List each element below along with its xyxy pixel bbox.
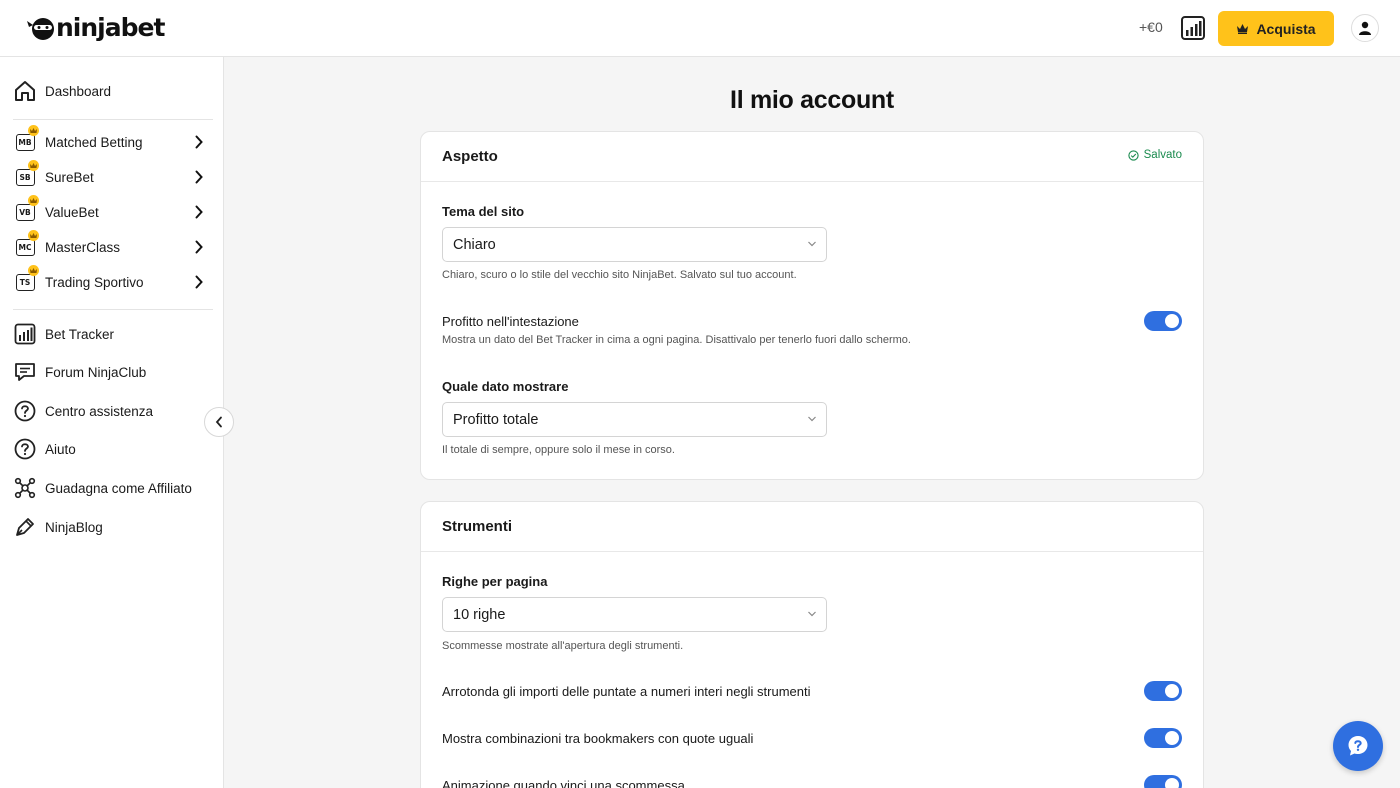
brand-name: ninjabet — [56, 13, 165, 42]
sidebar-item-label: MasterClass — [45, 239, 121, 255]
header-profit-label: Profitto nell'intestazione — [442, 314, 579, 329]
sidebar-item-forum-ninjaclub[interactable]: Forum NinjaClub — [13, 357, 213, 387]
sidebar-item-surebet[interactable]: SB SureBet — [13, 160, 213, 192]
support-chat-button[interactable] — [1333, 721, 1383, 771]
ninjabet-logo[interactable]: ninjabet — [26, 12, 165, 44]
chevron-right-icon — [195, 170, 203, 184]
rows-select[interactable]: 10 righe — [442, 597, 827, 632]
theme-help: Chiaro, scuro o lo stile del vecchio sit… — [442, 269, 797, 281]
sidebar-item-centro-assistenza[interactable]: Centro assistenza — [13, 396, 213, 426]
rows-label: Righe per pagina — [442, 574, 548, 589]
sidebar-divider — [13, 309, 213, 310]
home-icon — [13, 79, 37, 103]
tools-card-header: Strumenti — [421, 502, 1203, 552]
sidebar-item-label: NinjaBlog — [45, 519, 103, 535]
valuebet-icon: VB — [13, 195, 39, 224]
sidebar: Dashboard MB Matched Betting SB SureBet … — [0, 57, 224, 788]
chevron-right-icon — [195, 135, 203, 149]
win-animation-label: Animazione quando vinci una scommessa — [442, 778, 685, 788]
top-header: ninjabet +€0 Acquista — [0, 0, 1400, 57]
rows-select-value: 10 righe — [453, 606, 506, 623]
question-icon — [13, 437, 37, 461]
equal-odds-label: Mostra combinazioni tra bookmakers con q… — [442, 731, 754, 746]
bet-tracker-icon[interactable] — [1180, 15, 1206, 41]
sidebar-item-valuebet[interactable]: VB ValueBet — [13, 195, 213, 227]
trading-sportivo-icon: TS — [13, 265, 39, 294]
sidebar-item-aiuto[interactable]: Aiuto — [13, 434, 213, 464]
chevron-right-icon — [195, 240, 203, 254]
crown-icon — [28, 195, 39, 206]
user-icon — [1359, 21, 1371, 35]
sidebar-item-label: Trading Sportivo — [45, 274, 144, 290]
help-chat-icon — [1348, 736, 1368, 756]
chat-icon — [13, 360, 37, 384]
header-profit-help: Mostra un dato del Bet Tracker in cima a… — [442, 334, 911, 346]
pen-icon — [13, 515, 37, 539]
rows-help: Scommesse mostrate all'apertura degli st… — [442, 640, 684, 652]
header-profit: +€0 — [1139, 19, 1163, 35]
crown-icon — [1237, 24, 1249, 34]
sidebar-item-label: ValueBet — [45, 204, 99, 220]
chevron-right-icon — [195, 205, 203, 219]
sidebar-item-label: Centro assistenza — [45, 403, 154, 419]
sidebar-item-affiliato[interactable]: Guadagna come Affiliato — [13, 473, 213, 503]
crown-icon — [28, 160, 39, 171]
card-title: Aspetto — [442, 148, 498, 165]
network-icon — [13, 476, 37, 500]
sidebar-item-label: Aiuto — [45, 441, 76, 457]
chevron-down-icon — [808, 416, 816, 422]
theme-select-value: Chiaro — [453, 236, 496, 253]
sidebar-item-label: Dashboard — [45, 83, 112, 99]
sidebar-item-label: Matched Betting — [45, 134, 143, 150]
tools-card: Strumenti Righe per pagina 10 righe Scom… — [420, 501, 1204, 788]
question-icon — [13, 399, 37, 423]
sidebar-item-ninjablog[interactable]: NinjaBlog — [13, 512, 213, 542]
sidebar-item-matched-betting[interactable]: MB Matched Betting — [13, 125, 213, 157]
sidebar-item-bet-tracker[interactable]: Bet Tracker — [13, 319, 213, 349]
appearance-card: Aspetto Salvato Tema del sito Chiaro Chi… — [420, 131, 1204, 480]
sidebar-item-label: Forum NinjaClub — [45, 364, 147, 380]
surebet-icon: SB — [13, 160, 39, 189]
buy-label: Acquista — [1256, 20, 1316, 37]
stat-select-value: Profitto totale — [453, 411, 539, 428]
page-title: Il mio account — [730, 86, 894, 114]
sidebar-item-label: Guadagna come Affiliato — [45, 480, 192, 496]
saved-status: Salvato — [1127, 149, 1182, 161]
crown-icon — [28, 265, 39, 276]
matched-betting-icon: MB — [13, 125, 39, 154]
sidebar-item-masterclass[interactable]: MC MasterClass — [13, 230, 213, 262]
round-stakes-label: Arrotonda gli importi delle puntate a nu… — [442, 684, 811, 699]
bar-chart-icon — [13, 322, 37, 346]
chevron-left-icon — [215, 416, 222, 428]
stat-label: Quale dato mostrare — [442, 379, 569, 394]
sidebar-collapse-button[interactable] — [204, 407, 234, 437]
equal-odds-toggle[interactable] — [1144, 728, 1182, 748]
card-title: Strumenti — [442, 518, 513, 535]
round-stakes-toggle[interactable] — [1144, 681, 1182, 701]
chevron-right-icon — [195, 275, 203, 289]
saved-label: Salvato — [1143, 149, 1182, 161]
win-animation-toggle[interactable] — [1144, 775, 1182, 788]
header-profit-toggle[interactable] — [1144, 311, 1182, 331]
crown-icon — [28, 125, 39, 136]
masterclass-icon: MC — [13, 230, 39, 259]
buy-button[interactable]: Acquista — [1218, 11, 1334, 46]
crown-icon — [28, 230, 39, 241]
sidebar-item-dashboard[interactable]: Dashboard — [13, 76, 213, 106]
ninja-icon — [26, 13, 56, 43]
chevron-down-icon — [808, 241, 816, 247]
sidebar-item-label: SureBet — [45, 169, 94, 185]
theme-label: Tema del sito — [442, 204, 525, 219]
stat-select[interactable]: Profitto totale — [442, 402, 827, 437]
sidebar-item-label: Bet Tracker — [45, 326, 115, 342]
chevron-down-icon — [808, 611, 816, 617]
check-circle-icon — [1127, 149, 1139, 161]
theme-select[interactable]: Chiaro — [442, 227, 827, 262]
sidebar-divider — [13, 119, 213, 120]
user-avatar-button[interactable] — [1351, 14, 1379, 42]
appearance-card-header: Aspetto Salvato — [421, 132, 1203, 182]
sidebar-item-trading-sportivo[interactable]: TS Trading Sportivo — [13, 265, 213, 297]
stat-help: Il totale di sempre, oppure solo il mese… — [442, 444, 675, 456]
